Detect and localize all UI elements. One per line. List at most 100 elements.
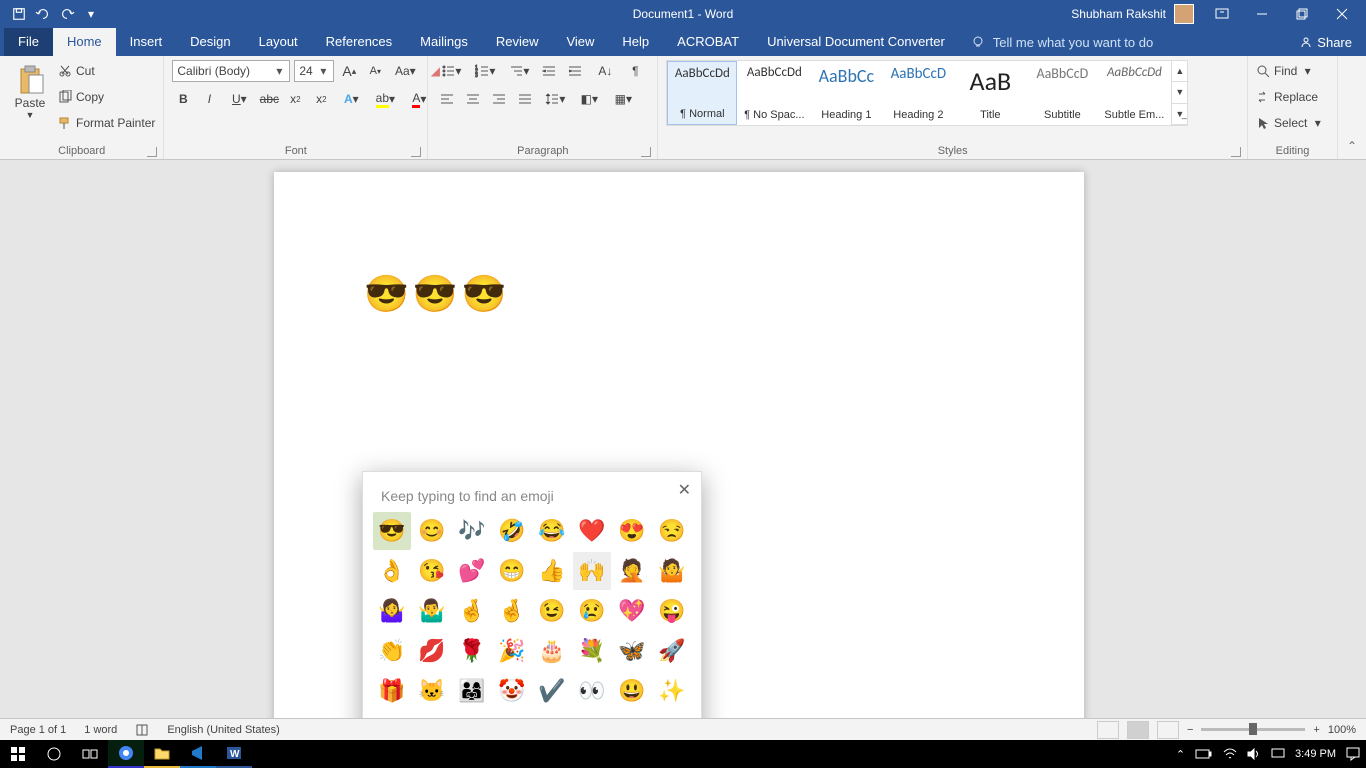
emoji-cell[interactable]: 👀 bbox=[573, 672, 611, 710]
gallery-up-button[interactable]: ▲ bbox=[1172, 61, 1187, 82]
share-button[interactable]: Share bbox=[1285, 28, 1366, 56]
line-spacing-button[interactable]: ▾ bbox=[540, 88, 570, 110]
style-item-heading-1[interactable]: AaBbCcHeading 1 bbox=[811, 61, 881, 125]
borders-button[interactable]: ▦▾ bbox=[608, 88, 638, 110]
tab-file[interactable]: File bbox=[4, 28, 53, 56]
style-item-subtitle[interactable]: AaBbCcDSubtitle bbox=[1027, 61, 1097, 125]
tab-acrobat[interactable]: ACROBAT bbox=[663, 28, 753, 56]
emoji-cell[interactable]: 🚀 bbox=[653, 632, 691, 670]
tray-clock[interactable]: 3:49 PM bbox=[1295, 748, 1336, 760]
tab-help[interactable]: Help bbox=[608, 28, 663, 56]
emoji-cell[interactable]: 😒 bbox=[653, 512, 691, 550]
emoji-cell[interactable]: 🤷‍♂️ bbox=[413, 592, 451, 630]
collapse-ribbon-button[interactable]: ⌃ bbox=[1347, 139, 1357, 153]
tab-universal-document-converter[interactable]: Universal Document Converter bbox=[753, 28, 959, 56]
read-mode-button[interactable] bbox=[1097, 721, 1119, 739]
undo-button[interactable] bbox=[32, 3, 54, 25]
tab-insert[interactable]: Insert bbox=[116, 28, 177, 56]
emoji-cell[interactable]: 🤦 bbox=[613, 552, 651, 590]
save-button[interactable] bbox=[8, 3, 30, 25]
print-layout-button[interactable] bbox=[1127, 721, 1149, 739]
align-right-button[interactable] bbox=[488, 88, 510, 110]
align-center-button[interactable] bbox=[462, 88, 484, 110]
bullets-button[interactable]: ▾ bbox=[436, 60, 466, 82]
web-layout-button[interactable] bbox=[1157, 721, 1179, 739]
italic-button[interactable]: I bbox=[198, 88, 220, 110]
tab-references[interactable]: References bbox=[312, 28, 406, 56]
change-case-button[interactable]: Aa▾ bbox=[390, 60, 420, 82]
emoji-cell[interactable]: 🤷 bbox=[653, 552, 691, 590]
emoji-cell[interactable]: 😢 bbox=[573, 592, 611, 630]
minimize-button[interactable] bbox=[1242, 0, 1282, 28]
user-avatar[interactable] bbox=[1174, 4, 1194, 24]
gallery-down-button[interactable]: ▼ bbox=[1172, 82, 1187, 103]
zoom-level[interactable]: 100% bbox=[1328, 724, 1356, 736]
gallery-more-button[interactable]: ▼̲ bbox=[1172, 104, 1187, 125]
styles-dialog-launcher[interactable] bbox=[1231, 147, 1241, 157]
increase-font-size-button[interactable]: A▴ bbox=[338, 60, 360, 82]
tab-design[interactable]: Design bbox=[176, 28, 244, 56]
emoji-cell[interactable]: 🎉 bbox=[493, 632, 531, 670]
redo-button[interactable] bbox=[56, 3, 78, 25]
word-count[interactable]: 1 word bbox=[84, 724, 117, 736]
emoji-cell[interactable]: 🤞 bbox=[493, 592, 531, 630]
cortana-button[interactable] bbox=[36, 740, 72, 768]
superscript-button[interactable]: x2 bbox=[310, 88, 332, 110]
paragraph-dialog-launcher[interactable] bbox=[641, 147, 651, 157]
page-indicator[interactable]: Page 1 of 1 bbox=[10, 724, 66, 736]
emoji-cell[interactable]: 🤣 bbox=[493, 512, 531, 550]
paste-button[interactable]: Paste ▼ bbox=[8, 60, 52, 124]
taskbar-app-file-explorer[interactable] bbox=[144, 740, 180, 768]
emoji-cell[interactable]: 🤷‍♀️ bbox=[373, 592, 411, 630]
emoji-cell[interactable]: 👍 bbox=[533, 552, 571, 590]
emoji-cell[interactable]: ✨ bbox=[653, 672, 691, 710]
multilevel-list-button[interactable]: ▾ bbox=[504, 60, 534, 82]
decrease-font-size-button[interactable]: A▾ bbox=[364, 60, 386, 82]
emoji-cell[interactable]: 🌹 bbox=[453, 632, 491, 670]
emoji-cell[interactable]: 😁 bbox=[493, 552, 531, 590]
emoji-cell[interactable]: 😎 bbox=[373, 512, 411, 550]
subscript-button[interactable]: x2 bbox=[284, 88, 306, 110]
replace-button[interactable]: Replace bbox=[1256, 86, 1321, 108]
taskbar-app-word[interactable]: W bbox=[216, 740, 252, 768]
restore-button[interactable] bbox=[1282, 0, 1322, 28]
zoom-slider[interactable] bbox=[1201, 728, 1305, 731]
zoom-out-button[interactable]: − bbox=[1187, 724, 1193, 736]
style-item---normal[interactable]: AaBbCcDd¶ Normal bbox=[667, 61, 737, 125]
style-item-heading-2[interactable]: AaBbCcDHeading 2 bbox=[883, 61, 953, 125]
style-item---no-spac---[interactable]: AaBbCcDd¶ No Spac... bbox=[739, 61, 809, 125]
tray-chevron-icon[interactable]: ⌃ bbox=[1176, 748, 1185, 761]
close-button[interactable] bbox=[1322, 0, 1362, 28]
increase-indent-button[interactable] bbox=[564, 60, 586, 82]
tell-me-search[interactable]: Tell me what you want to do bbox=[959, 28, 1165, 56]
emoji-cell[interactable]: 👌 bbox=[373, 552, 411, 590]
emoji-cell[interactable]: 🙌 bbox=[573, 552, 611, 590]
emoji-cell[interactable]: 👨‍👩‍👧 bbox=[453, 672, 491, 710]
bold-button[interactable]: B bbox=[172, 88, 194, 110]
shading-button[interactable]: ◧▾ bbox=[574, 88, 604, 110]
zoom-in-button[interactable]: + bbox=[1313, 724, 1319, 736]
ribbon-display-options-button[interactable] bbox=[1202, 0, 1242, 28]
cut-button[interactable]: Cut bbox=[58, 60, 155, 82]
copy-button[interactable]: Copy bbox=[58, 86, 155, 108]
emoji-cell[interactable]: 😊 bbox=[413, 512, 451, 550]
ime-icon[interactable] bbox=[1271, 748, 1285, 760]
qat-customize-button[interactable]: ▾ bbox=[80, 3, 102, 25]
format-painter-button[interactable]: Format Painter bbox=[58, 112, 155, 134]
emoji-cell[interactable]: 💋 bbox=[413, 632, 451, 670]
align-left-button[interactable] bbox=[436, 88, 458, 110]
battery-icon[interactable] bbox=[1195, 748, 1213, 760]
emoji-cell[interactable]: 😉 bbox=[533, 592, 571, 630]
taskbar-app-vscode[interactable] bbox=[180, 740, 216, 768]
style-item-subtle-em---[interactable]: AaBbCcDdSubtle Em... bbox=[1099, 61, 1169, 125]
text-effects-button[interactable]: A▾ bbox=[336, 88, 366, 110]
emoji-cell[interactable]: 👏 bbox=[373, 632, 411, 670]
emoji-cell[interactable]: ✔️ bbox=[533, 672, 571, 710]
tab-review[interactable]: Review bbox=[482, 28, 553, 56]
wifi-icon[interactable] bbox=[1223, 748, 1237, 760]
emoji-cell[interactable]: 😘 bbox=[413, 552, 451, 590]
underline-button[interactable]: U▾ bbox=[224, 88, 254, 110]
justify-button[interactable] bbox=[514, 88, 536, 110]
numbering-button[interactable]: 123▾ bbox=[470, 60, 500, 82]
emoji-cell[interactable]: 😜 bbox=[653, 592, 691, 630]
